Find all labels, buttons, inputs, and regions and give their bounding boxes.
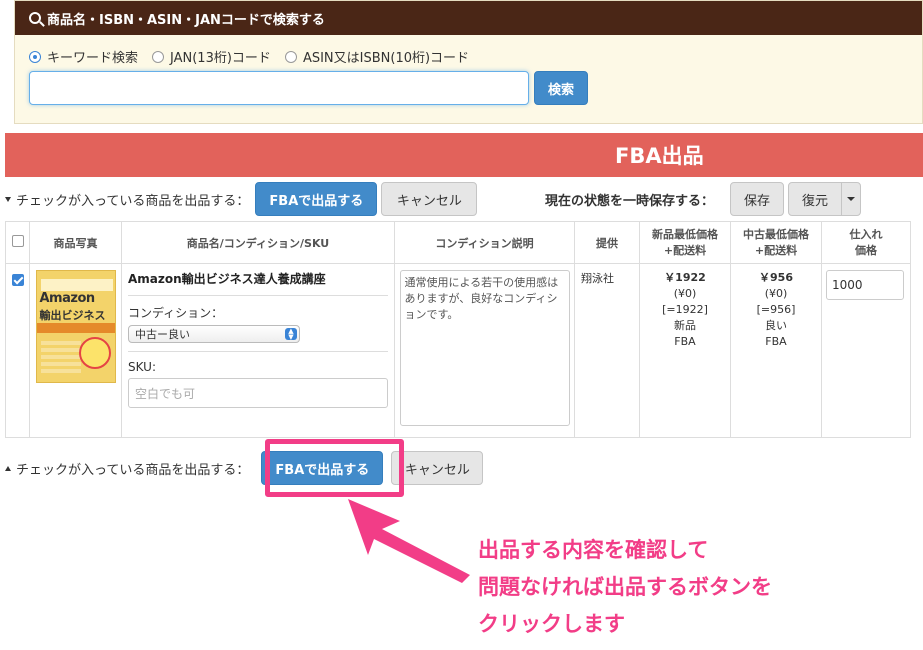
highlight-box: [265, 439, 404, 497]
radio-asin-isbn[interactable]: ASIN又はISBN(10桁)コード: [284, 47, 470, 66]
toolbar-label: チェックが入っている商品を出品する：: [16, 193, 250, 209]
header-cost: 仕入れ 価格: [821, 221, 911, 264]
radio-asin-isbn-label: ASIN又はISBN(10桁)コード: [302, 51, 470, 66]
header-used-price: 中古最低価格 +配送料: [730, 221, 822, 264]
caret-down-icon: [5, 196, 11, 202]
condition-select[interactable]: 中古ー良い ▲ ▼: [128, 325, 300, 343]
header-used-price-line2: +配送料: [754, 243, 798, 257]
header-new-price-line2: +配送料: [663, 243, 707, 257]
header-new-price-line1: 新品最低価格: [652, 227, 718, 241]
row-checkbox[interactable]: [11, 274, 24, 286]
new-price-total: [=1922]: [662, 303, 708, 316]
annotation-line-2: 問題なければ出品するボタンを: [478, 575, 772, 599]
header-cost-line2: 価格: [855, 243, 877, 257]
fba-submit-button[interactable]: FBAで出品する: [255, 182, 378, 216]
annotation-line-1: 出品する内容を確認して: [478, 538, 709, 562]
save-state-label: 現在の状態を一時保存する：: [545, 194, 715, 209]
search-panel: 商品名・ISBN・ASIN・JANコードで検索する キーワード検索 JAN(13…: [14, 0, 923, 124]
radio-keyword-indicator[interactable]: [29, 50, 41, 63]
condition-description-textarea[interactable]: 通常使用による若干の使用感はありますが、良好なコンディションです。: [399, 270, 570, 426]
product-name: Amazon輸出ビジネス達人養成講座: [128, 272, 326, 286]
book-cover-band: [36, 323, 115, 333]
bottom-cancel-button[interactable]: キャンセル: [391, 451, 484, 485]
search-title: 商品名・ISBN・ASIN・JANコードで検索する: [47, 12, 325, 28]
radio-jan-label: JAN(13桁)コード: [170, 51, 271, 66]
used-price-cell: ￥956 (¥0) [=956] 良い FBA: [730, 263, 822, 438]
condition-label: コンディション：: [128, 306, 224, 320]
header-new-price: 新品最低価格 +配送料: [639, 221, 731, 264]
provider-value: 翔泳社: [581, 272, 614, 285]
new-price-condition: 新品: [674, 319, 696, 332]
header-provider: 提供: [574, 221, 640, 264]
divider: [128, 351, 388, 352]
name-cell: Amazon輸出ビジネス達人養成講座 コンディション： 中古ー良い ▲ ▼ SKU…: [121, 263, 395, 438]
book-cover-image: Amazon 輸出ビジネス: [35, 270, 116, 383]
header-description: コンディション説明: [394, 221, 575, 264]
used-price-channel: FBA: [765, 335, 787, 348]
condition-select-value: 中古ー良い: [135, 328, 190, 341]
search-header: 商品名・ISBN・ASIN・JANコードで検索する: [15, 1, 922, 35]
divider: [128, 295, 388, 296]
annotation-arrow: [348, 499, 470, 583]
used-price-shipping: (¥0): [764, 287, 788, 300]
save-button[interactable]: 保存: [730, 182, 784, 216]
sku-input[interactable]: 空白でも可: [128, 378, 388, 408]
book-cover-text-block: [40, 341, 81, 375]
annotation-line-3: クリックします: [478, 612, 625, 636]
search-button[interactable]: 検索: [534, 71, 588, 105]
radio-asin-isbn-indicator[interactable]: [284, 50, 297, 63]
row-select-cell[interactable]: [5, 263, 30, 438]
select-all-checkbox[interactable]: [11, 235, 24, 247]
top-toolbar: チェックが入っている商品を出品する： FBAで出品する キャンセル: [5, 182, 478, 216]
cost-cell: 1000: [821, 263, 911, 438]
bottom-toolbar-label: チェックが入っている商品を出品する：: [16, 462, 250, 478]
new-price-cell: ￥1922 (¥0) [=1922] 新品 FBA: [639, 263, 731, 438]
header-select-all[interactable]: [5, 221, 30, 264]
provider-cell: 翔泳社: [574, 263, 640, 438]
radio-keyword[interactable]: キーワード検索: [29, 47, 138, 66]
table-row: Amazon 輸出ビジネス Amazon輸出ビジネス達人養成講座 コンディション…: [5, 263, 911, 438]
sku-label: SKU:: [128, 360, 156, 374]
radio-jan-indicator[interactable]: [152, 50, 165, 63]
search-type-options: キーワード検索 JAN(13桁)コード ASIN又はISBN(10桁)コード: [29, 47, 483, 66]
table-header-row: 商品写真 商品名/コンディション/SKU コンディション説明 提供 新品最低価格…: [5, 221, 911, 264]
description-cell: 通常使用による若干の使用感はありますが、良好なコンディションです。: [394, 263, 575, 438]
search-input[interactable]: [29, 71, 529, 105]
header-photo: 商品写真: [29, 221, 122, 264]
used-price-total: [=956]: [756, 303, 796, 316]
radio-keyword-label: キーワード検索: [47, 51, 139, 66]
caret-up-icon: [5, 465, 11, 471]
select-arrows-icon: ▲ ▼: [285, 328, 297, 341]
annotation-text: 出品する内容を確認して 問題なければ出品するボタンを クリックします: [478, 532, 772, 643]
radio-jan[interactable]: JAN(13桁)コード: [152, 47, 271, 66]
book-cover-title: Amazon: [39, 291, 96, 306]
chevron-down-icon: [847, 197, 855, 201]
photo-cell: Amazon 輸出ビジネス: [29, 263, 122, 438]
cost-input[interactable]: 1000: [826, 270, 904, 300]
search-icon: [29, 12, 41, 24]
fba-listing-banner: FBA出品: [5, 133, 923, 177]
restore-dropdown-button[interactable]: [841, 182, 861, 216]
header-cost-line1: 仕入れ: [849, 227, 883, 241]
used-price-main: ￥956: [759, 271, 793, 284]
new-price-info: ￥1922 (¥0) [=1922] 新品 FBA: [640, 264, 730, 350]
book-cover-subtitle: 輸出ビジネス: [39, 309, 106, 322]
cancel-button[interactable]: キャンセル: [381, 182, 478, 216]
book-cover-stripe: [40, 279, 113, 291]
header-used-price-line1: 中古最低価格: [743, 227, 809, 241]
banner-title: FBA出品: [615, 144, 704, 168]
used-price-info: ￥956 (¥0) [=956] 良い FBA: [731, 264, 821, 350]
new-price-channel: FBA: [674, 335, 696, 348]
header-name: 商品名/コンディション/SKU: [121, 221, 395, 264]
new-price-shipping: (¥0): [673, 287, 697, 300]
product-table: 商品写真 商品名/コンディション/SKU コンディション説明 提供 新品最低価格…: [5, 221, 911, 438]
used-price-condition: 良い: [765, 319, 787, 332]
restore-button[interactable]: 復元: [788, 182, 842, 216]
book-cover-seal: [78, 337, 111, 369]
bottom-toolbar: チェックが入っている商品を出品する： FBAで出品する キャンセル: [5, 451, 484, 485]
new-price-main: ￥1922: [664, 271, 706, 284]
